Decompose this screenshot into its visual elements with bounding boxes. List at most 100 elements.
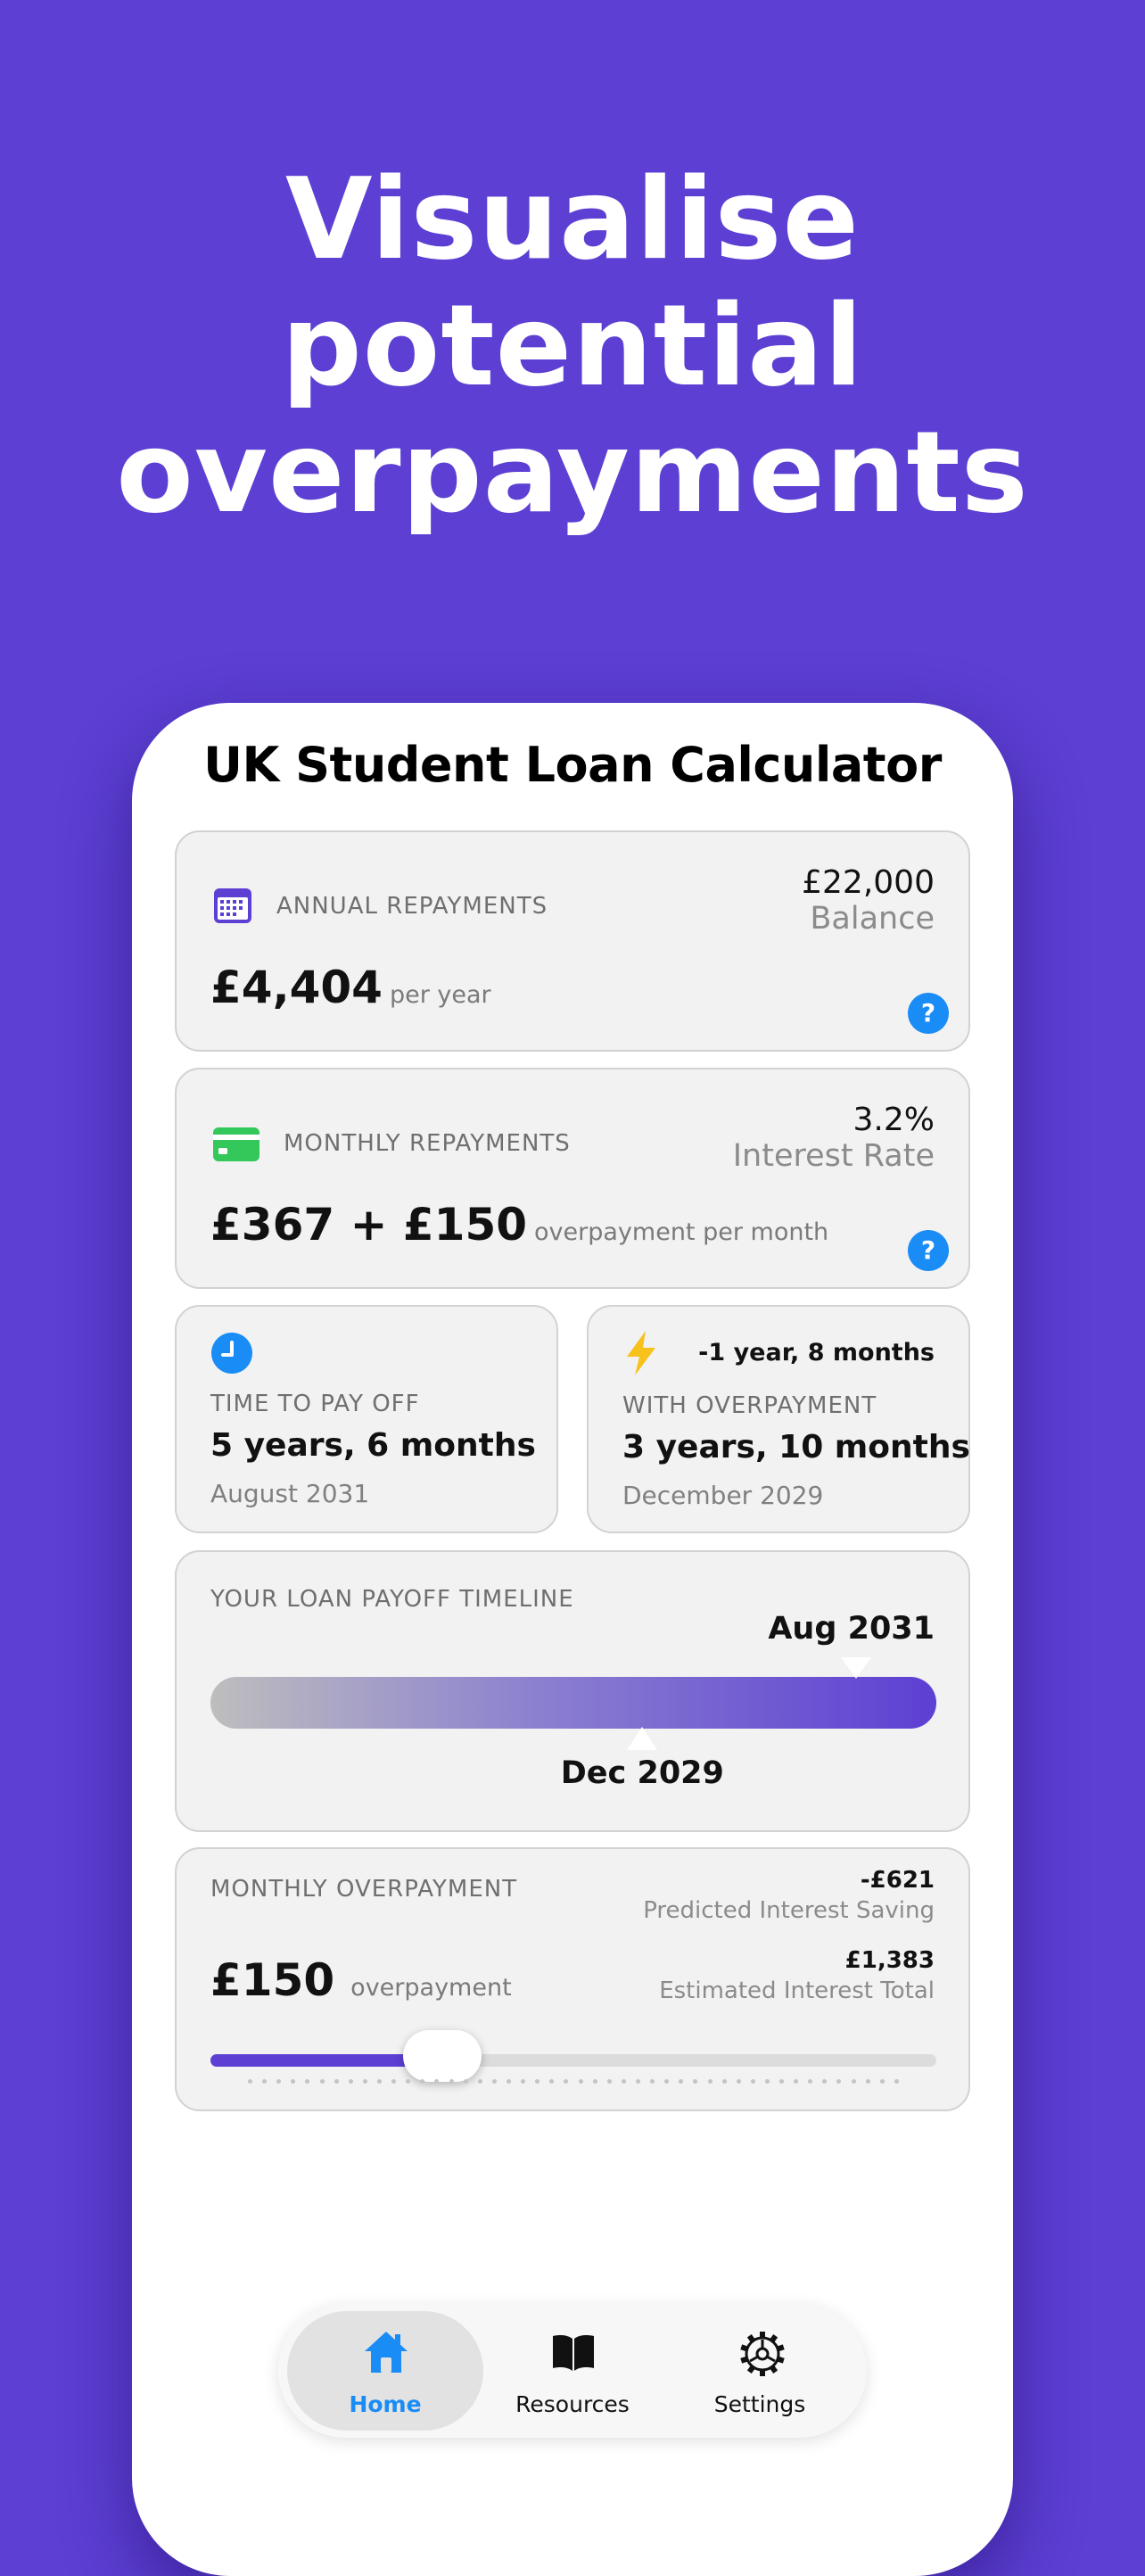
credit-card-icon — [212, 1127, 260, 1166]
slider-tick — [721, 2079, 727, 2084]
annual-amount-value: £4,404 — [210, 962, 383, 1013]
slider-tick — [808, 2079, 813, 2084]
slider-tick — [564, 2079, 569, 2084]
slider-tick — [879, 2079, 885, 2084]
tab-settings-label: Settings — [713, 2391, 806, 2417]
annual-help-button[interactable]: ? — [908, 993, 949, 1034]
slider-ticks — [248, 2079, 899, 2085]
headline: Visualise potential overpayments — [0, 156, 1145, 536]
monthly-overpayment-label: MONTHLY OVERPAYMENT — [210, 1876, 518, 1903]
interest-rate-value: 3.2% — [853, 1102, 935, 1138]
clock-icon — [210, 1332, 253, 1378]
slider-tick — [664, 2079, 670, 2084]
interest-saving-label: Predicted Interest Saving — [643, 1897, 935, 1924]
slider-tick — [650, 2079, 655, 2084]
time-to-pay-off-card: TIME TO PAY OFF 5 years, 6 months August… — [175, 1305, 558, 1533]
overpayment-amount-unit: overpayment — [350, 1974, 512, 2002]
slider-tick — [248, 2079, 252, 2084]
slider-tick — [894, 2079, 899, 2084]
interest-total: £1,383 Estimated Interest Total — [659, 1947, 935, 2004]
time-to-pay-off-label: TIME TO PAY OFF — [210, 1391, 420, 1417]
slider-tick — [305, 2079, 310, 2084]
interest-total-label: Estimated Interest Total — [659, 1977, 935, 2004]
payoff-duration: 5 years, 6 months — [210, 1427, 536, 1464]
balance-label: Balance — [810, 901, 935, 937]
slider-tick — [679, 2079, 684, 2084]
balance: £22,000 Balance — [802, 864, 935, 937]
slider-tick — [851, 2079, 856, 2084]
monthly-amount-value: £367 + £150 — [210, 1199, 528, 1251]
annual-amount-unit: per year — [389, 981, 491, 1009]
monthly-help-button[interactable]: ? — [908, 1230, 949, 1271]
headline-line-3: overpayments — [116, 407, 1029, 538]
interest-rate: 3.2% Interest Rate — [733, 1102, 935, 1174]
timeline-bar — [210, 1677, 936, 1729]
monthly-repayments-label: MONTHLY REPAYMENTS — [284, 1130, 571, 1157]
slider-tick — [291, 2079, 296, 2084]
overpayment-amount: £150 overpayment — [210, 1954, 512, 2006]
tab-home[interactable]: Home — [287, 2311, 483, 2431]
overpayment-slider[interactable] — [210, 2030, 936, 2082]
slider-tick — [621, 2079, 626, 2084]
headline-line-1: Visualise — [284, 153, 861, 285]
tab-resources[interactable]: Resources — [474, 2311, 671, 2431]
lightning-icon — [624, 1330, 658, 1380]
slider-thumb[interactable] — [403, 2030, 482, 2082]
overpayment-payoff-marker — [627, 1727, 658, 1750]
monthly-amount-unit: overpayment per month — [534, 1218, 829, 1246]
monthly-overpayment-card: MONTHLY OVERPAYMENT £150 overpayment -£62… — [175, 1847, 970, 2111]
slider-tick — [348, 2079, 353, 2084]
interest-saving: -£621 Predicted Interest Saving — [643, 1867, 935, 1924]
balance-value: £22,000 — [802, 864, 935, 901]
slider-tick — [406, 2079, 411, 2084]
slider-tick — [535, 2079, 540, 2084]
slider-tick — [477, 2079, 482, 2084]
overpayment-amount-value: £150 — [210, 1954, 335, 2006]
slider-tick — [506, 2079, 511, 2084]
slider-tick — [736, 2079, 741, 2084]
tab-bar: Home Resources Settings — [278, 2304, 867, 2438]
original-payoff-marker — [841, 1657, 872, 1679]
slider-tick — [578, 2079, 583, 2084]
slider-tick — [262, 2079, 268, 2084]
slider-tick — [463, 2079, 468, 2084]
slider-tick — [362, 2079, 367, 2084]
slider-tick — [794, 2079, 799, 2084]
slider-tick — [779, 2079, 785, 2084]
slider-tick — [635, 2079, 640, 2084]
slider-tick — [334, 2079, 339, 2084]
slider-tick — [549, 2079, 555, 2084]
with-overpayment-label: WITH OVERPAYMENT — [622, 1392, 877, 1419]
slider-tick — [491, 2079, 497, 2084]
slider-tick — [391, 2079, 397, 2084]
slider-tick — [707, 2079, 713, 2084]
tab-resources-label: Resources — [515, 2391, 630, 2417]
slider-tick — [606, 2079, 612, 2084]
overpayment-payoff-label: Dec 2029 — [560, 1755, 724, 1791]
payoff-date: August 2031 — [210, 1479, 370, 1508]
slider-tick — [521, 2079, 526, 2084]
phone-screen: UK Student Loan Calculator ANNUAL REPAYM… — [132, 703, 1013, 2576]
slider-tick — [750, 2079, 755, 2084]
headline-line-2: potential — [281, 280, 864, 411]
slider-tick — [420, 2079, 425, 2084]
slider-tick — [449, 2079, 454, 2084]
slider-tick — [693, 2079, 698, 2084]
time-saved: -1 year, 8 months — [698, 1339, 935, 1366]
calendar-icon — [212, 886, 253, 929]
annual-repayments-label: ANNUAL REPAYMENTS — [276, 893, 548, 920]
interest-rate-label: Interest Rate — [732, 1138, 935, 1174]
with-overpayment-card: -1 year, 8 months WITH OVERPAYMENT 3 yea… — [587, 1305, 970, 1533]
gear-icon — [740, 2332, 785, 2376]
book-icon — [553, 2335, 594, 2371]
monthly-amount: £367 + £150 overpayment per month — [210, 1199, 828, 1251]
tab-settings[interactable]: Settings — [662, 2311, 858, 2431]
tab-home-label: Home — [349, 2391, 422, 2417]
slider-tick — [319, 2079, 325, 2084]
overpayment-duration: 3 years, 10 months — [622, 1429, 970, 1466]
slider-tick — [592, 2079, 597, 2084]
original-payoff-label: Aug 2031 — [768, 1611, 935, 1647]
payoff-timeline-card: YOUR LOAN PAYOFF TIMELINE Aug 2031 Dec 2… — [175, 1550, 970, 1832]
house-icon — [365, 2332, 408, 2373]
slider-tick — [822, 2079, 828, 2084]
